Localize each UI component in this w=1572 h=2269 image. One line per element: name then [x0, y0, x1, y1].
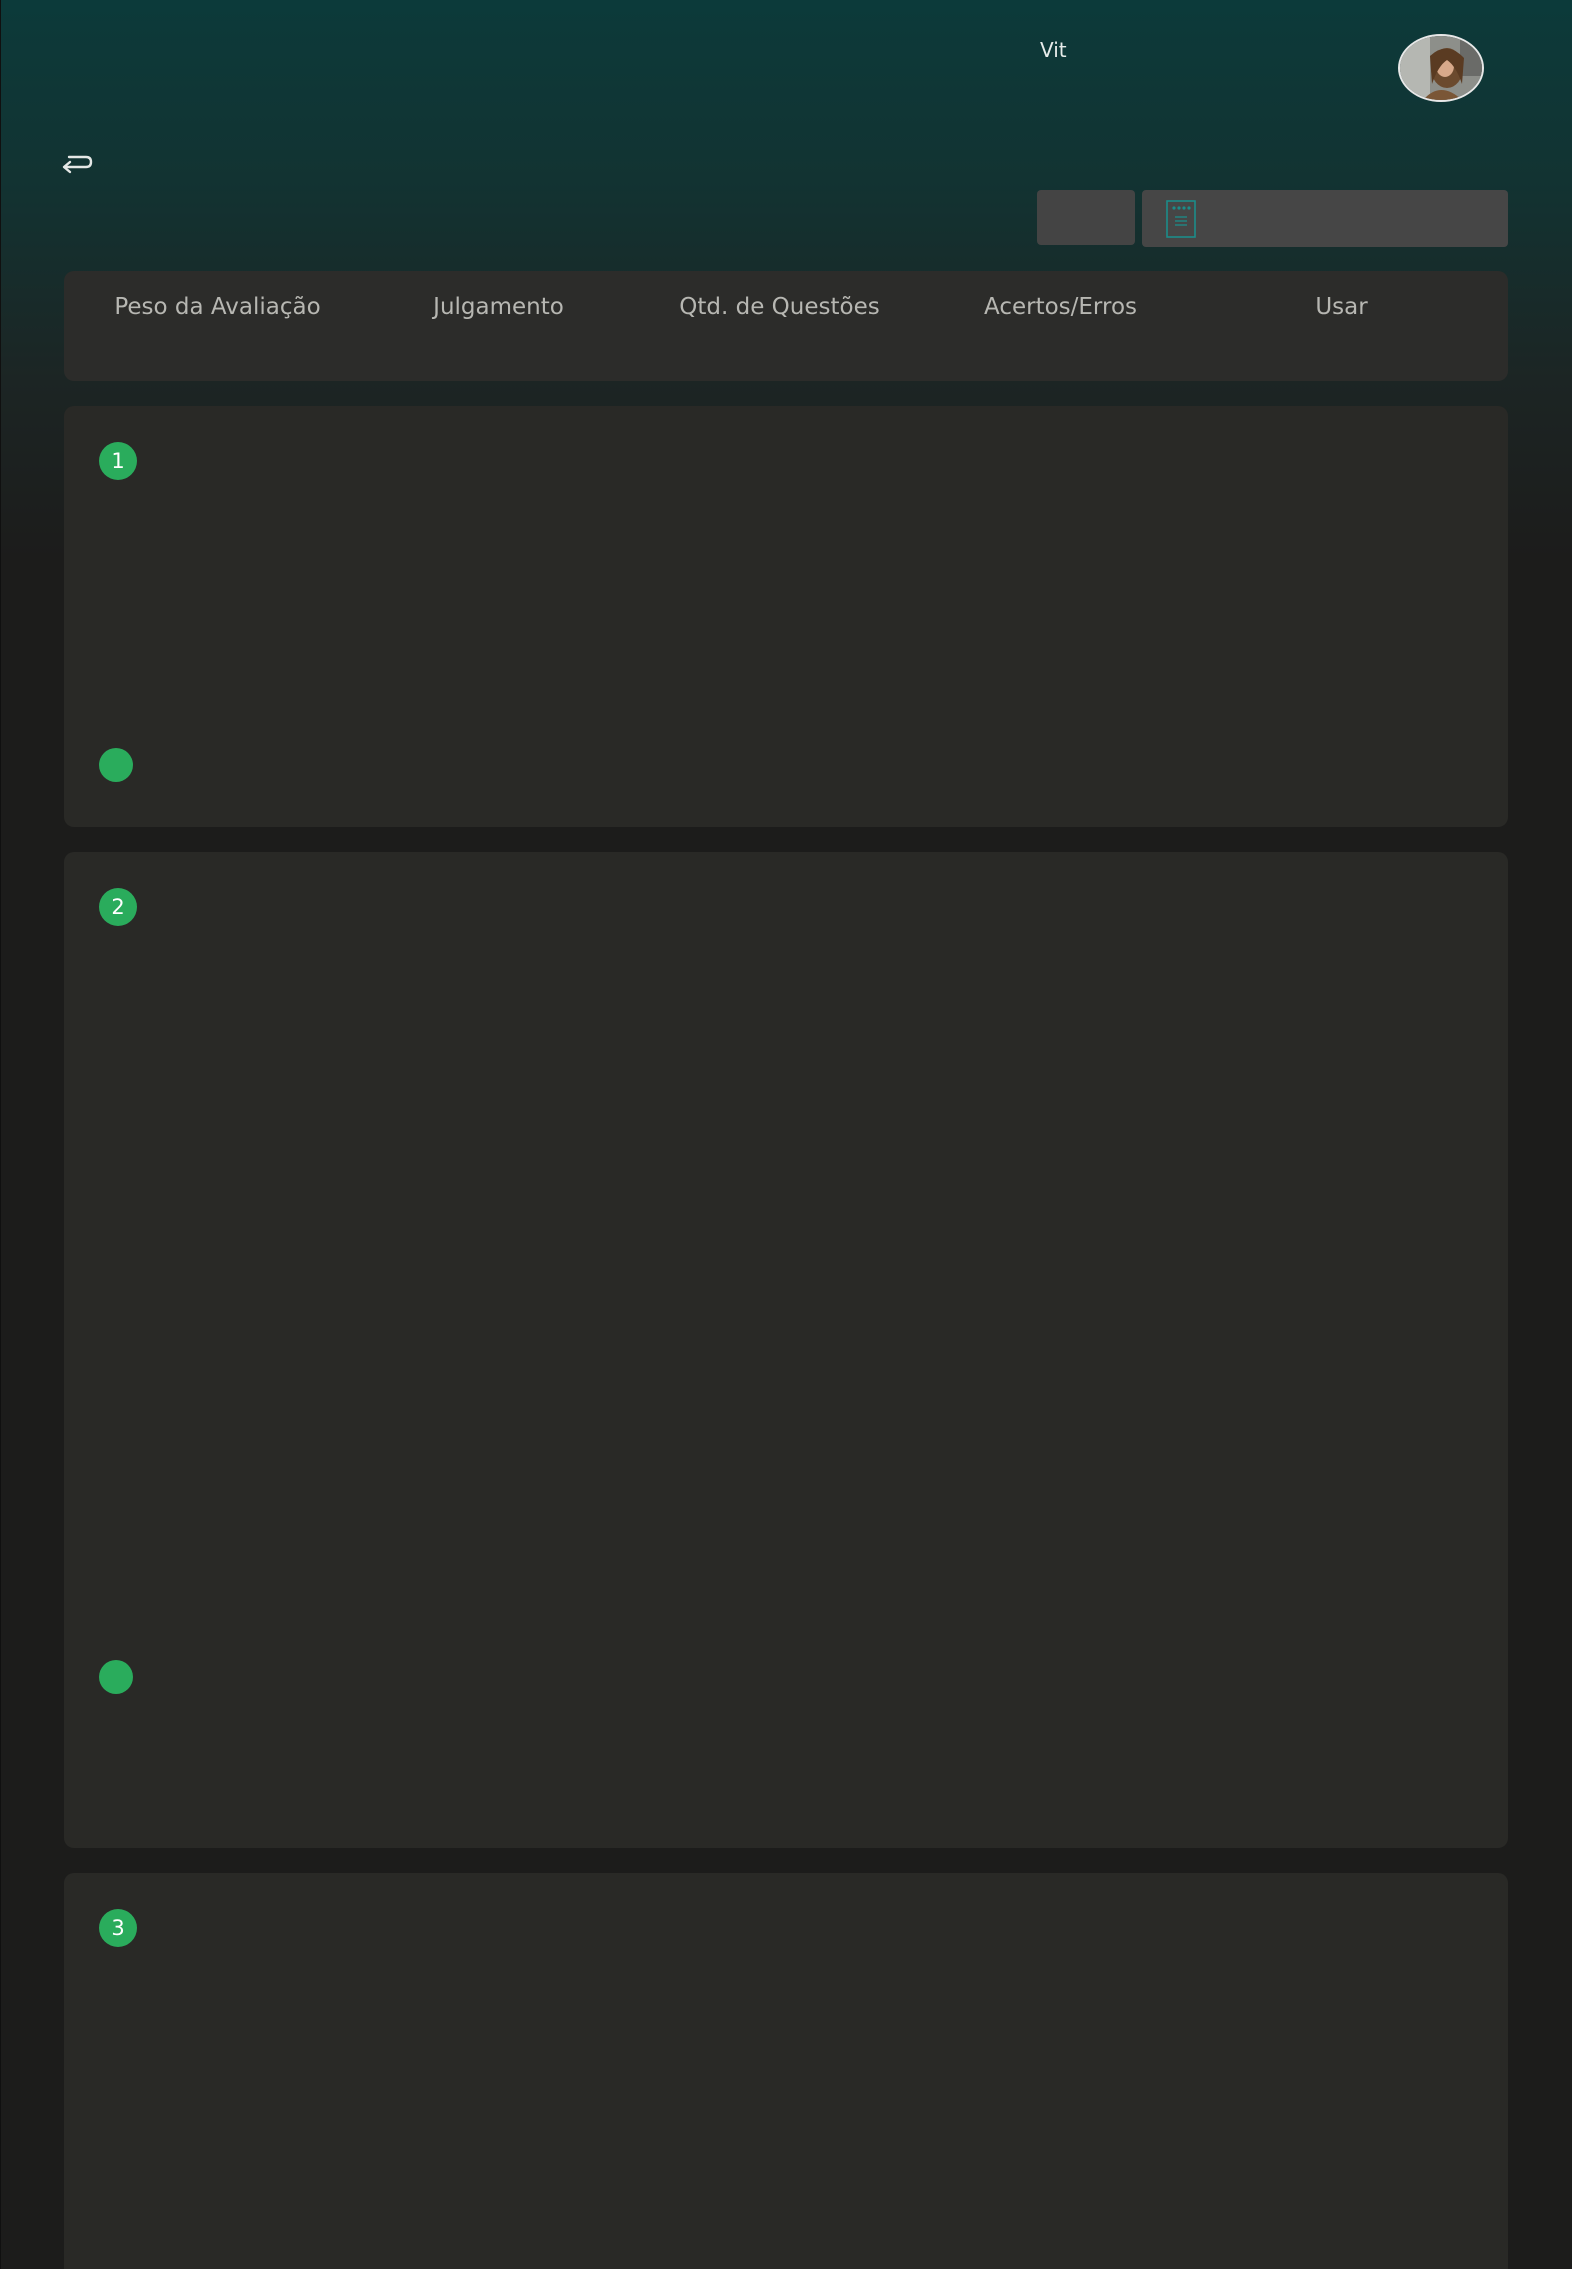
user-avatar[interactable] — [1398, 34, 1484, 102]
form-document-icon — [1166, 200, 1196, 238]
column-acertos-erros: Acertos/Erros — [984, 294, 1137, 320]
column-header-card: Peso da Avaliação Julgamento Qtd. de Que… — [64, 271, 1508, 381]
question-card-3: 3 — [64, 1873, 1508, 2269]
question-card-1: 1 — [64, 406, 1508, 827]
question-number-badge: 2 — [99, 888, 137, 926]
form-select[interactable] — [1142, 190, 1508, 247]
avatar-photo — [1400, 36, 1482, 100]
question-indicator-dot — [99, 748, 133, 782]
question-card-2: 2 — [64, 852, 1508, 1848]
back-button[interactable] — [60, 150, 94, 180]
column-usar: Usar — [1315, 294, 1368, 320]
question-number-badge: 1 — [99, 442, 137, 480]
column-julgamento: Julgamento — [433, 294, 564, 320]
column-qtd-questoes: Qtd. de Questões — [679, 294, 880, 320]
page: Vit Peso da Avaliação Julgamento Qtd. de… — [0, 0, 1572, 2269]
column-peso-avaliacao: Peso da Avaliação — [114, 294, 321, 320]
return-arrow-icon — [62, 155, 93, 174]
user-name: Vit — [1040, 38, 1067, 62]
question-number-badge: 3 — [99, 1909, 137, 1947]
filter-button[interactable] — [1037, 190, 1135, 245]
left-edge-divider — [0, 0, 1, 2269]
question-indicator-dot — [99, 1660, 133, 1694]
